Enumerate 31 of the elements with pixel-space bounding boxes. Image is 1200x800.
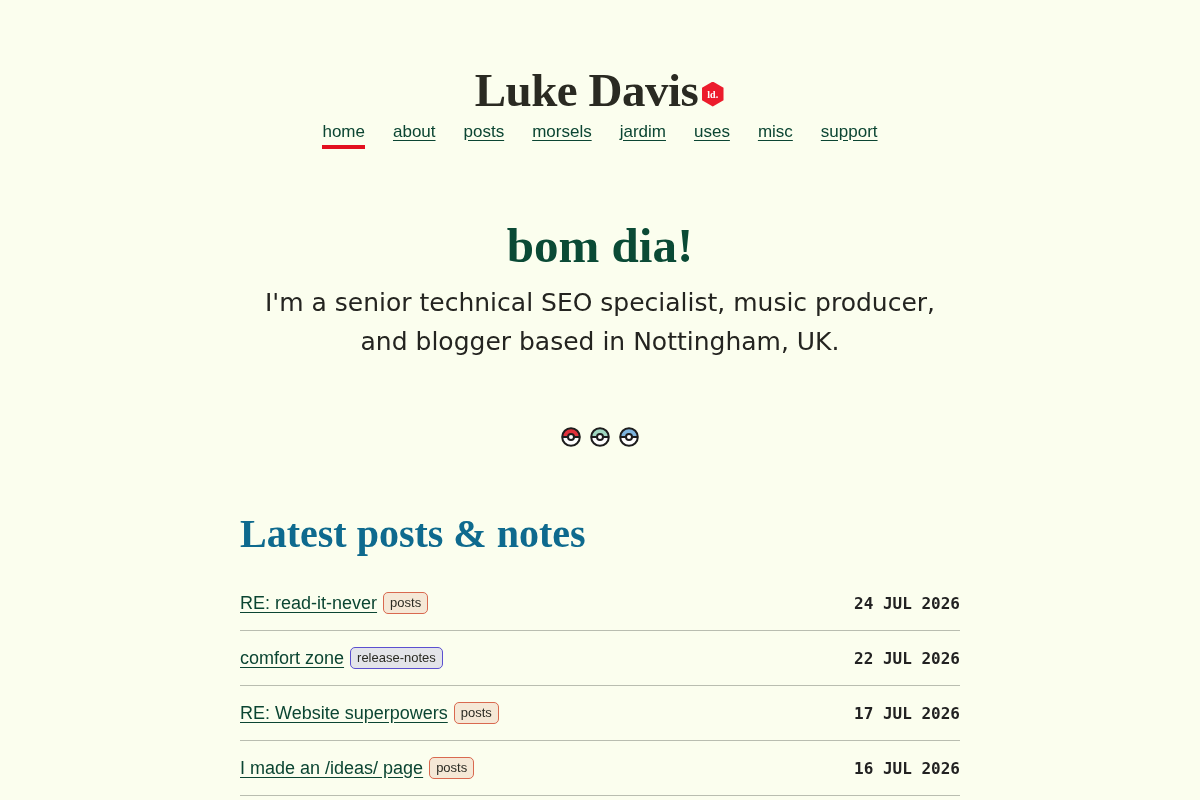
nav-link[interactable]: posts xyxy=(463,120,505,149)
section-heading: Latest posts & notes xyxy=(240,510,587,558)
post-link[interactable]: RE: read-it-never xyxy=(240,592,378,614)
ball-icon xyxy=(619,427,639,447)
post-link[interactable]: RE: Website superpowers xyxy=(240,702,448,724)
post-date: 22 JUL 2026 xyxy=(854,648,960,668)
tag-link[interactable]: posts xyxy=(383,592,429,614)
greeting-heading: bom dia! xyxy=(506,217,694,275)
post-date: 17 JUL 2026 xyxy=(854,703,960,723)
post-date: 16 JUL 2026 xyxy=(854,758,960,778)
nav-link[interactable]: uses xyxy=(693,120,730,149)
intro-text: I'm a senior technical SEO specialist, music producer, and blogger based in Nottingham, UK. xyxy=(263,287,937,358)
nav-link[interactable]: misc xyxy=(757,120,793,149)
tag-link[interactable]: release-notes xyxy=(350,647,443,669)
logo-badge: ld. xyxy=(700,81,726,107)
tag-link[interactable]: posts xyxy=(453,702,499,724)
theme-button[interactable] xyxy=(561,427,581,447)
nav-link[interactable]: jardim xyxy=(619,120,666,149)
theme-button[interactable] xyxy=(590,427,610,447)
nav-link[interactable]: support xyxy=(820,120,878,149)
post-link[interactable]: I made an /ideas/ page xyxy=(240,757,424,779)
tag-link[interactable]: posts xyxy=(429,757,475,779)
nav-link[interactable]: morsels xyxy=(532,120,592,149)
ball-icon xyxy=(561,427,581,447)
ball-icon xyxy=(590,427,610,447)
theme-button[interactable] xyxy=(619,427,639,447)
post-link[interactable]: comfort zone xyxy=(240,647,345,669)
post-date: 24 JUL 2026 xyxy=(854,593,960,613)
site-title[interactable]: Luke Davis xyxy=(474,62,699,118)
nav-link[interactable]: about xyxy=(392,120,436,149)
nav-link[interactable]: home xyxy=(322,120,365,149)
